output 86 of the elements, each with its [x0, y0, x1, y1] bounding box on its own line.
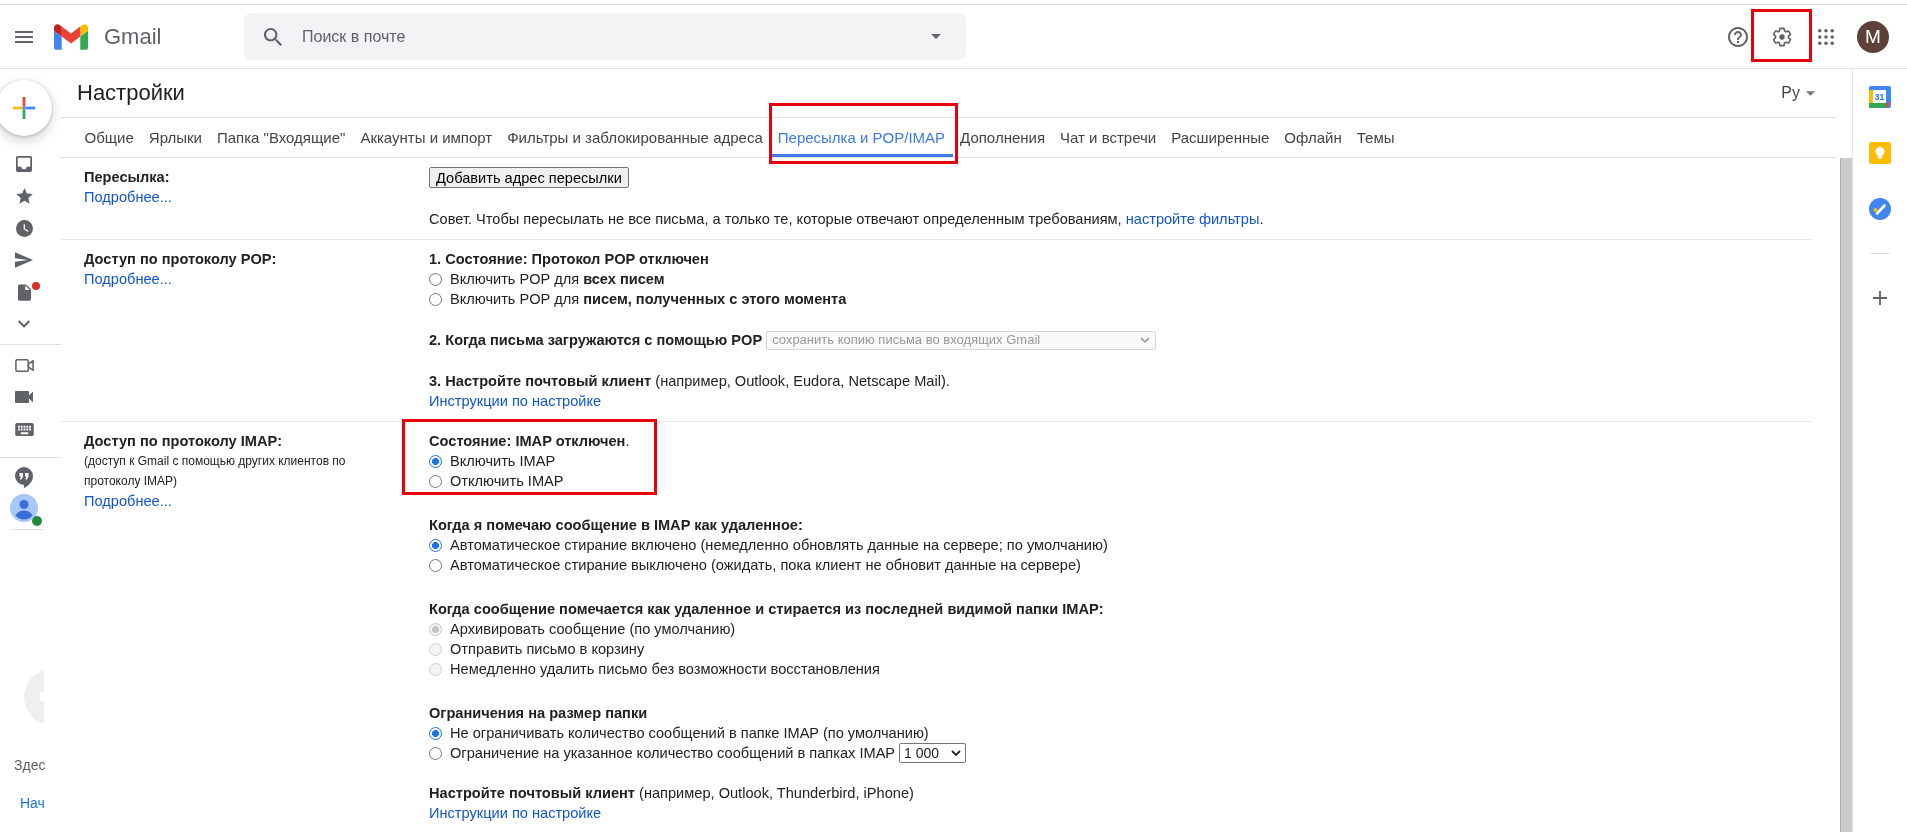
send-icon[interactable]	[15, 252, 33, 268]
page-title: Настройки	[77, 80, 185, 106]
clock-icon[interactable]	[15, 219, 33, 237]
settings-tab[interactable]: Дополнения	[952, 118, 1053, 157]
star-icon[interactable]	[15, 188, 33, 204]
caret-icon	[1806, 90, 1815, 96]
section-title: Доступ по протоколу IMAP:	[84, 432, 284, 451]
option-label: Архивировать сообщение (по умолчанию)	[450, 620, 736, 639]
radio-button[interactable]	[429, 272, 442, 286]
account-avatar[interactable]: M	[1857, 20, 1889, 53]
chevron-down-icon	[951, 750, 962, 756]
compose-button[interactable]	[0, 80, 52, 136]
filters-link[interactable]: настройте фильтры	[1125, 211, 1260, 227]
setting-caption: Настройте почтовый клиент (например, Outlook, Thunderbird, iPhone)	[429, 784, 915, 803]
tip-text: Совет. Чтобы пересылать не все письма, а только те, которые отвечают определенным требованиям, настройте фильтры.	[429, 210, 1265, 229]
option-label: Включить POP для писем, полученных с этого момента	[450, 290, 847, 309]
language-selector[interactable]: Ру	[1781, 84, 1815, 102]
settings-tab[interactable]: Чат и встречи	[1052, 118, 1164, 157]
instructions-link[interactable]: Инструкции по настройке	[429, 393, 602, 409]
count-dropdown[interactable]: 1 000	[899, 743, 967, 763]
learn-more-link[interactable]: Подробнее...	[84, 189, 172, 205]
settings-tab[interactable]: Темы	[1349, 118, 1403, 157]
quote-bubble-icon[interactable]	[15, 466, 33, 488]
panel-text: Здес	[14, 756, 46, 775]
section-title: Доступ по протоколу POP:	[84, 250, 278, 269]
settings-tab[interactable]: Папка "Входящие"	[209, 118, 353, 157]
option-label: Отключить IMAP	[450, 472, 564, 491]
plus-icon[interactable]	[1873, 291, 1887, 305]
help-icon	[1728, 26, 1748, 47]
radio-button[interactable]	[429, 454, 442, 468]
radio-button[interactable]	[429, 726, 442, 740]
option-label: Автоматическое стирание выключено (ожидать, пока клиент не обновит данные на сервере)	[450, 556, 1081, 575]
search-field[interactable]: Поиск в почте	[244, 13, 966, 60]
setting-label: 2. Когда письма загружаются с помощью POP	[429, 331, 763, 350]
user-avatar-icon[interactable]	[10, 494, 38, 522]
chevron-down-icon[interactable]	[18, 320, 30, 328]
settings-tab[interactable]: Ярлыки	[141, 118, 210, 157]
option-label: Включить POP для всех писем	[450, 270, 665, 289]
add-forwarding-button[interactable]: Добавить адрес пересылки	[429, 167, 629, 188]
learn-more-link[interactable]: Подробнее...	[84, 493, 172, 509]
radio-button[interactable]	[429, 292, 442, 306]
tasks-check-icon[interactable]	[1869, 198, 1891, 220]
inbox-icon[interactable]	[16, 156, 32, 172]
group-heading: Состояние: IMAP отключен.	[429, 432, 630, 451]
radio-button[interactable]	[429, 746, 442, 760]
option-label: Включить IMAP	[450, 452, 556, 471]
apps-grid-icon	[1818, 28, 1834, 45]
logo-icon[interactable]	[54, 23, 88, 50]
radio-button[interactable]	[429, 558, 442, 572]
calendar-icon[interactable]: 31	[1869, 86, 1891, 108]
document-icon[interactable]	[17, 283, 31, 301]
radio-button[interactable]	[429, 474, 442, 488]
group-heading: 1. Состояние: Протокол POP отключен	[429, 250, 710, 269]
radio-button[interactable]	[429, 538, 442, 552]
section-description: (доступ к Gmail с помощью других клиентов по протоколу IMAP)	[84, 453, 347, 490]
search-icon[interactable]	[264, 27, 282, 46]
learn-more-link[interactable]: Подробнее...	[84, 271, 172, 287]
group-heading: Когда я помечаю сообщение в IMAP как удаленное:	[429, 516, 804, 535]
settings-tab[interactable]: Общие	[77, 118, 142, 157]
option-label: Немедленно удалить письмо без возможности восстановления	[450, 660, 880, 679]
product-name: Gmail	[104, 23, 162, 50]
scrollbar[interactable]	[1840, 158, 1852, 832]
video-camera-icon[interactable]	[15, 391, 33, 403]
group-heading: Когда сообщение помечается как удаленное и стирается из последней видимой папки IMAP:	[429, 600, 1104, 619]
group-heading: Ограничения на размер папки	[429, 704, 649, 723]
caret-icon[interactable]	[931, 34, 941, 39]
settings-tab[interactable]: Пересылка и POP/IMAP	[770, 118, 953, 157]
settings-tab[interactable]: Расширенные	[1163, 118, 1277, 157]
setting-caption: 3. Настройте почтовый клиент (например, Outlook, Eudora, Netscape Mail).	[429, 372, 951, 391]
option-label: Ограничение на указанное количество сообщений в папках IMAP	[450, 744, 896, 763]
panel-link[interactable]: Нач	[20, 793, 45, 813]
search-placeholder: Поиск в почте	[302, 27, 406, 46]
plus-icon	[13, 97, 35, 119]
settings-tab[interactable]: Офлайн	[1276, 118, 1350, 157]
menu-icon	[15, 30, 33, 43]
instructions-link[interactable]: Инструкции по настройке	[429, 805, 602, 821]
option-label: Автоматическое стирание включено (немедленно обновлять данные на сервере; по умолчанию)	[450, 536, 1108, 555]
settings-tab[interactable]: Фильтры и заблокированные адреса	[499, 118, 771, 157]
option-label: Отправить письмо в корзину	[450, 640, 645, 659]
option-label: Не ограничивать количество сообщений в папке IMAP (по умолчанию)	[450, 724, 929, 743]
settings-tab[interactable]: Аккаунты и импорт	[352, 118, 500, 157]
chevron-down-icon	[1140, 337, 1151, 343]
video-camera-outline-icon[interactable]	[14, 358, 34, 372]
keyboard-icon[interactable]	[14, 422, 34, 436]
section-title: Пересылка:	[84, 168, 171, 187]
settings-icon	[1772, 26, 1792, 47]
